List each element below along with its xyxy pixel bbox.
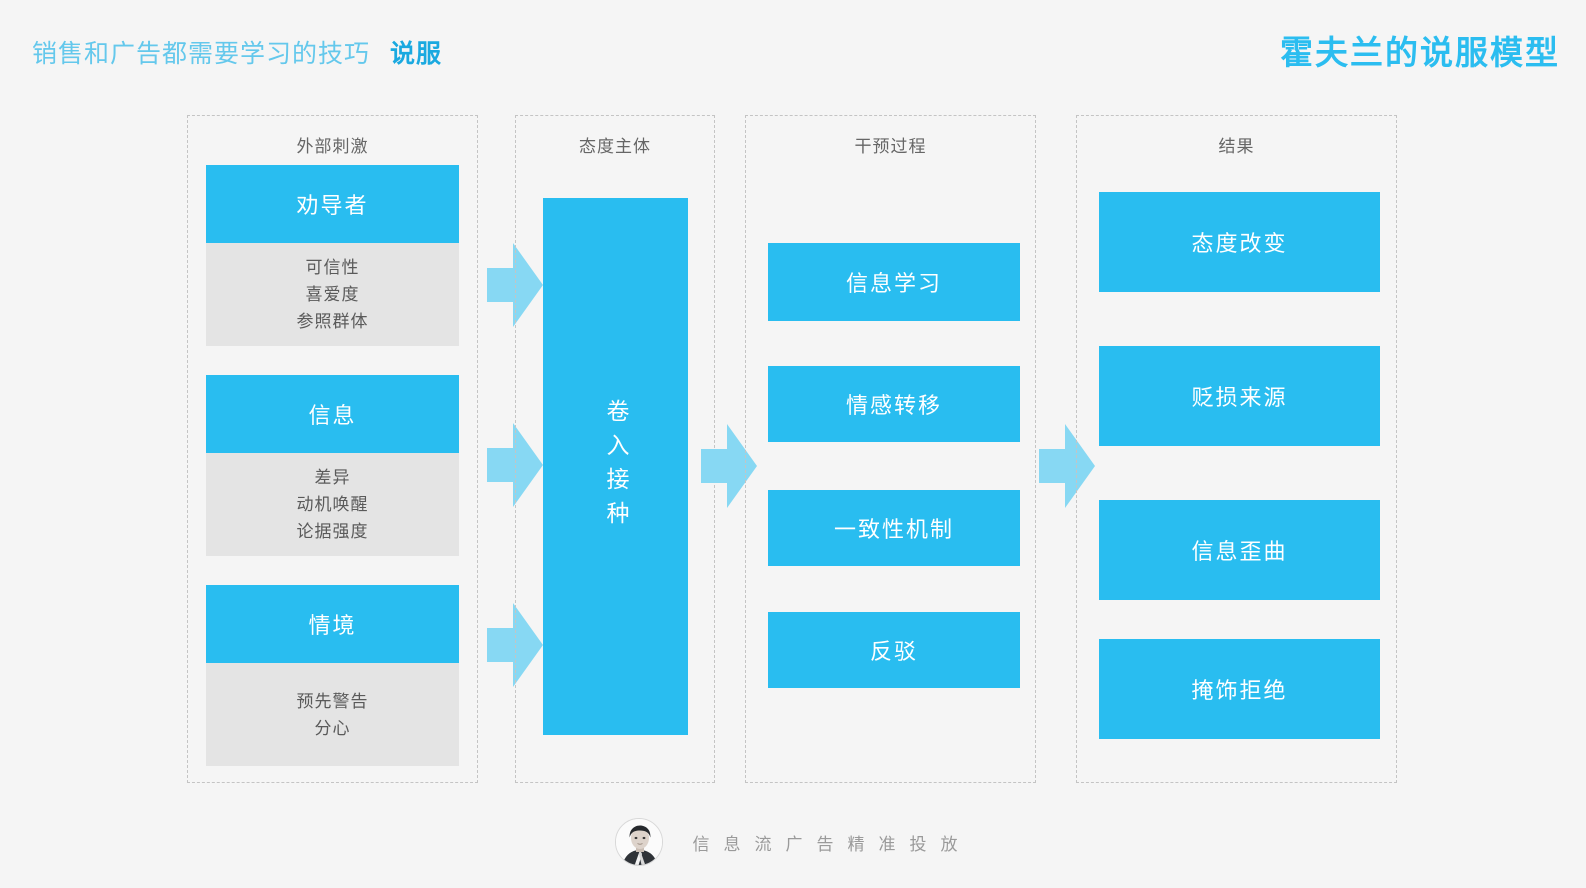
detail-item: 可信性	[305, 258, 360, 277]
box-rebuttal[interactable]: 反驳	[768, 612, 1020, 688]
footer: 信息流广告精准投放	[0, 818, 1586, 866]
box-persuader[interactable]: 劝导者	[206, 165, 459, 243]
header-subtitle: 销售和广告都需要学习的技巧	[32, 40, 371, 68]
column-title-result: 结果	[1218, 137, 1255, 156]
box-blanket-rejection[interactable]: 掩饰拒绝	[1099, 639, 1380, 739]
box-context[interactable]: 情境	[206, 585, 459, 663]
detail-context: 预先警告 分心	[206, 663, 459, 766]
detail-item: 参照群体	[296, 312, 369, 331]
box-persuader-label: 劝导者	[296, 193, 369, 218]
box-involvement-inoculation-label: 卷入接种	[603, 398, 629, 535]
box-label: 一致性机制	[833, 517, 954, 542]
detail-item: 差异	[314, 468, 351, 487]
detail-item: 分心	[314, 718, 351, 738]
box-label: 贬损来源	[1191, 385, 1288, 410]
box-message-distortion[interactable]: 信息歪曲	[1099, 500, 1380, 600]
box-source-derogation[interactable]: 贬损来源	[1099, 346, 1380, 446]
box-label: 情感转移	[845, 393, 942, 418]
box-information-learning[interactable]: 信息学习	[768, 243, 1020, 321]
column-title-external-stimulus: 外部刺激	[296, 137, 369, 156]
detail-item: 论据强度	[296, 522, 369, 541]
column-title-attitude-subject: 态度主体	[579, 137, 651, 156]
page-title: 霍夫兰的说服模型	[1280, 34, 1560, 71]
box-consistency-mechanism[interactable]: 一致性机制	[768, 490, 1020, 566]
column-title-intervention-process: 干预过程	[854, 137, 927, 156]
header-left: 销售和广告都需要学习的技巧 说服	[32, 34, 442, 70]
slide-canvas: 销售和广告都需要学习的技巧 说服 霍夫兰的说服模型 外部刺激 劝导者 可信性 喜…	[0, 0, 1586, 888]
box-label: 信息学习	[845, 271, 942, 296]
box-context-label: 情境	[308, 613, 357, 638]
box-involvement-inoculation[interactable]: 卷入接种	[543, 198, 688, 735]
footer-text: 信息流广告精准投放	[692, 834, 972, 854]
detail-message: 差异 动机唤醒 论据强度	[206, 453, 459, 556]
box-label: 掩饰拒绝	[1191, 678, 1288, 703]
detail-persuader: 可信性 喜爱度 参照群体	[206, 243, 459, 346]
avatar	[614, 818, 663, 866]
detail-item: 喜爱度	[305, 285, 360, 304]
box-emotion-transfer[interactable]: 情感转移	[768, 366, 1020, 442]
box-label: 信息歪曲	[1191, 539, 1288, 564]
avatar-portrait-icon	[615, 819, 662, 865]
box-label: 态度改变	[1191, 231, 1288, 256]
box-message-label: 信息	[308, 403, 357, 428]
detail-item: 动机唤醒	[296, 495, 369, 514]
header-keyword: 说服	[390, 40, 443, 68]
box-attitude-change[interactable]: 态度改变	[1099, 192, 1380, 292]
detail-item: 预先警告	[296, 691, 369, 711]
box-message[interactable]: 信息	[206, 375, 459, 453]
box-label: 反驳	[869, 639, 918, 664]
